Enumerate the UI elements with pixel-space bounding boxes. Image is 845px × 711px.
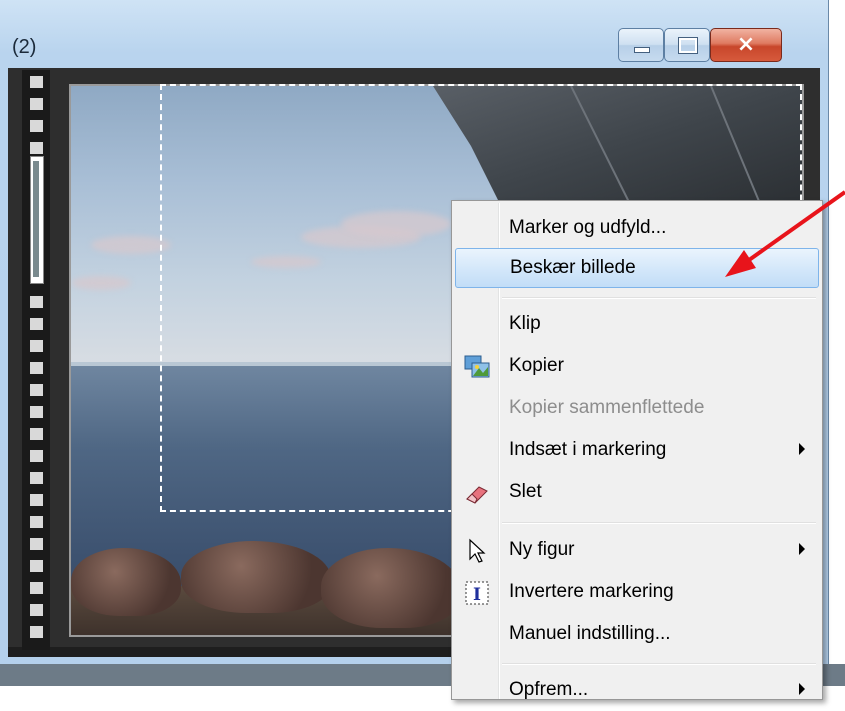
filmstrip-sprocket-hole [30,626,43,638]
menu-item-indsaet-i-markering[interactable]: Indsæt i markering [455,431,819,471]
cursor-arrow-icon [469,538,486,563]
filmstrip [22,70,50,650]
close-button[interactable]: × [710,28,782,62]
filmstrip-sprocket-hole [30,384,43,396]
filmstrip-sprocket-hole [30,340,43,352]
filmstrip-thumbnail[interactable] [30,156,44,284]
submenu-arrow-icon [799,683,805,695]
context-menu: Marker og udfyld... Beskær billede Klip … [451,200,823,700]
svg-text:I: I [473,585,481,605]
maximize-icon [678,37,698,54]
menu-item-label: Kopier [509,355,564,376]
menu-item-kopier[interactable]: Kopier [455,347,819,387]
window-title: (2) [12,36,37,58]
menu-item-klip[interactable]: Klip [455,305,819,345]
filmstrip-sprocket-hole [30,76,43,88]
menu-item-label: Ny figur [509,539,575,560]
menu-item-label: Manuel indstilling... [509,623,671,644]
filmstrip-sprocket-hole [30,450,43,462]
filmstrip-sprocket-hole [30,516,43,528]
copy-image-icon [464,355,490,378]
filmstrip-sprocket-hole [30,142,43,154]
minimize-button[interactable] [618,28,664,62]
filmstrip-sprocket-hole [30,494,43,506]
filmstrip-sprocket-hole [30,560,43,572]
submenu-arrow-icon [799,443,805,455]
menu-item-label: Klip [509,313,541,334]
menu-item-label: Invertere markering [509,581,674,602]
maximize-button[interactable] [664,28,710,62]
submenu-arrow-icon [799,543,805,555]
invert-selection-icon: I [465,581,489,605]
menu-item-label: Beskær billede [510,257,636,278]
eraser-icon [466,486,488,504]
filmstrip-sprocket-hole [30,472,43,484]
menu-separator [502,297,816,299]
filmstrip-sprocket-hole [30,582,43,594]
menu-item-kopier-sammenflettede[interactable]: Kopier sammenflettede [455,389,819,429]
filmstrip-sprocket-hole [30,428,43,440]
minimize-icon [634,47,650,53]
filmstrip-sprocket-hole [30,362,43,374]
filmstrip-sprocket-hole [30,604,43,616]
menu-item-label: Slet [509,481,542,502]
menu-item-manuel-indstilling[interactable]: Manuel indstilling... [455,615,819,655]
menu-item-opfrem[interactable]: Opfrem... [455,671,819,711]
filmstrip-sprocket-hole [30,296,43,308]
filmstrip-sprocket-hole [30,318,43,330]
menu-item-label: Indsæt i markering [509,439,667,460]
menu-item-label: Opfrem... [509,679,589,700]
close-icon: × [736,32,756,57]
filmstrip-sprocket-hole [30,120,43,132]
menu-item-beskaer-billede[interactable]: Beskær billede [455,248,819,288]
menu-item-label: Marker og udfyld... [509,217,667,238]
menu-separator [502,663,816,665]
menu-item-label: Kopier sammenflettede [509,397,705,418]
menu-item-invertere-markering[interactable]: I Invertere markering [455,573,819,613]
filmstrip-sprocket-hole [30,538,43,550]
filmstrip-sprocket-hole [30,98,43,110]
filmstrip-sprocket-hole [30,406,43,418]
menu-separator [502,522,816,524]
menu-item-ny-figur[interactable]: Ny figur [455,531,819,571]
menu-item-slet[interactable]: Slet [455,473,819,513]
menu-item-marker-og-udfyld[interactable]: Marker og udfyld... [455,209,819,249]
